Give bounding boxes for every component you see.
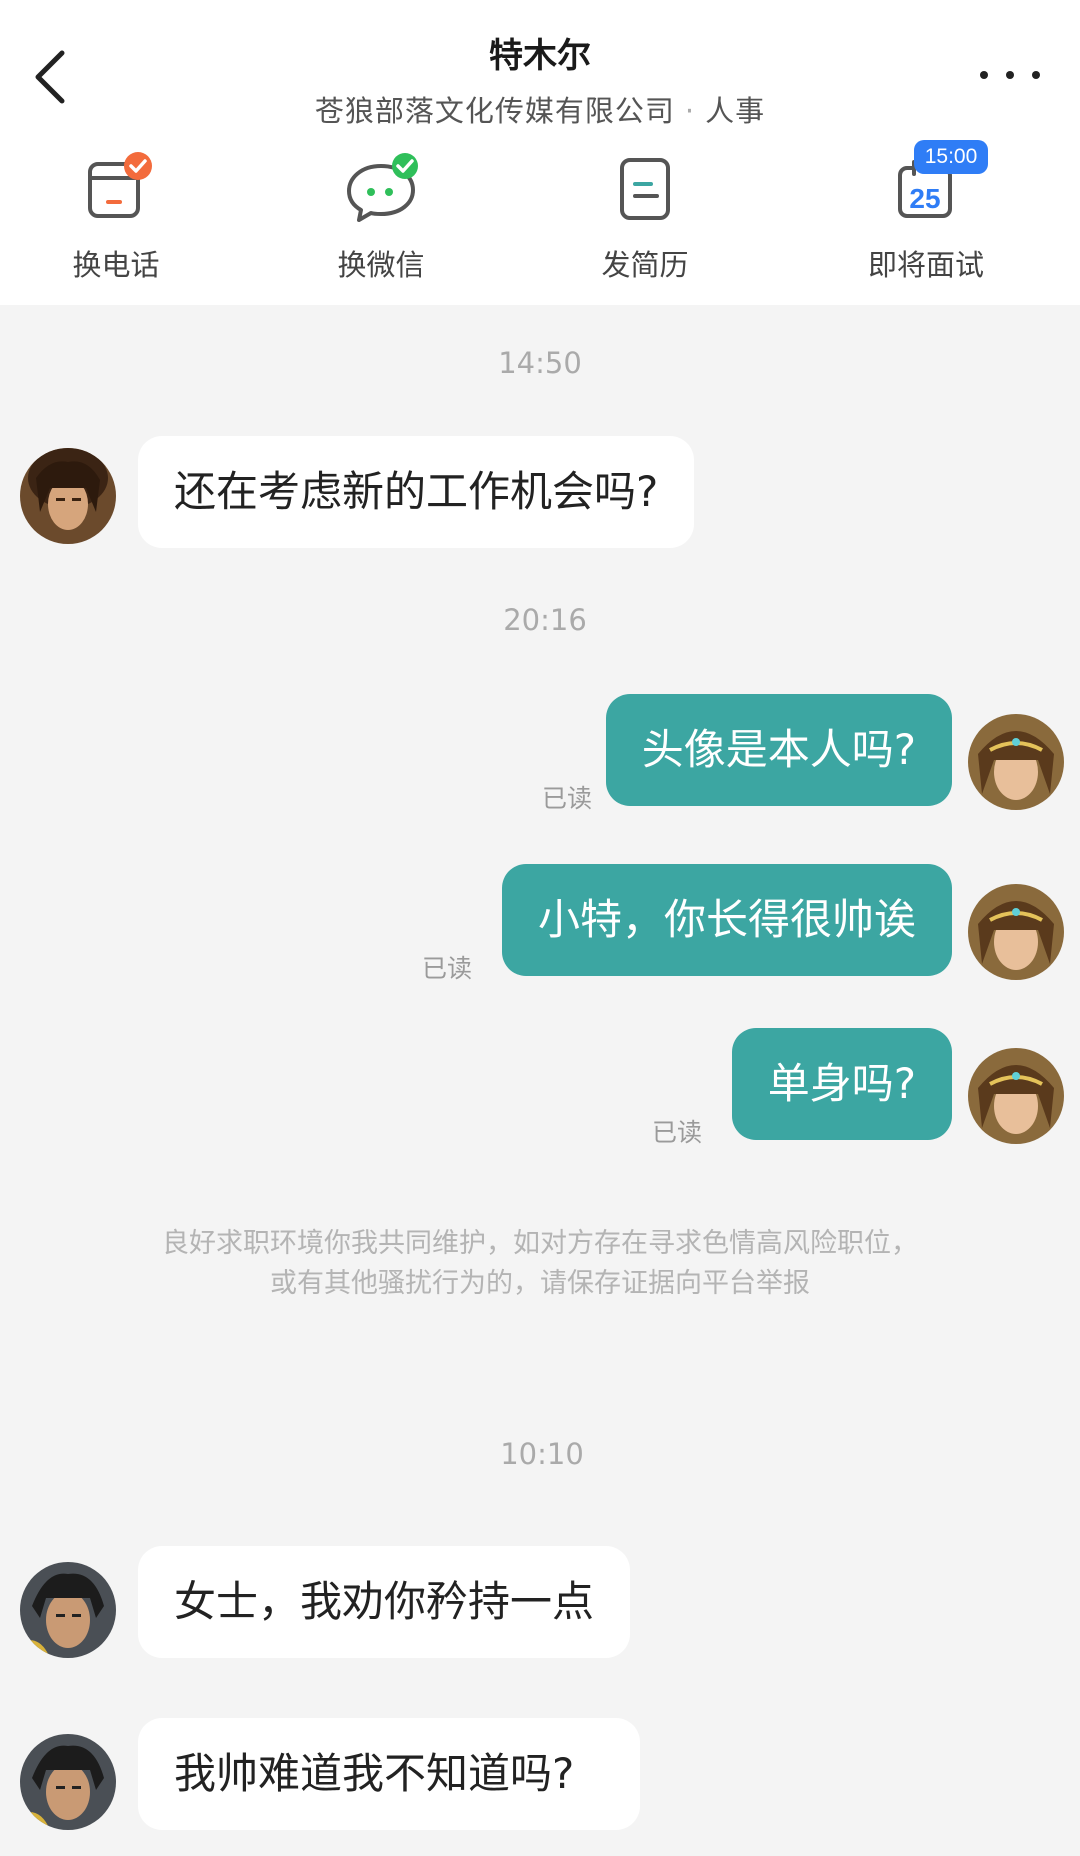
phone-swap-icon [76, 150, 156, 230]
timestamp: 20:16 [503, 603, 587, 637]
avatar[interactable] [20, 1562, 116, 1658]
avatar[interactable] [20, 448, 116, 544]
message-bubble[interactable]: 头像是本人吗? [605, 694, 952, 806]
message-bubble[interactable]: 我帅难道我不知道吗? [138, 1718, 640, 1830]
contact-company: 苍狼部落文化传媒有限公司 · 人事 [0, 88, 1080, 130]
read-status: 已读 [422, 954, 473, 983]
resume-icon [605, 150, 685, 230]
upcoming-interview-button[interactable]: 25 15:00 即将面试 [826, 140, 1026, 290]
action-label: 换电话 [72, 248, 160, 282]
action-label: 即将面试 [867, 248, 984, 282]
message-bubble[interactable]: 单身吗? [731, 1028, 952, 1140]
send-resume-button[interactable]: 发简历 [545, 150, 745, 290]
wechat-swap-icon [341, 150, 421, 230]
interview-time-badge: 15:00 [914, 140, 988, 174]
action-label: 发简历 [601, 248, 689, 282]
dot [980, 71, 988, 79]
contact-position: 人事 [705, 94, 766, 128]
calendar-date: 25 [909, 183, 940, 214]
company-name: 苍狼部落文化传媒有限公司 [314, 94, 675, 128]
message-bubble[interactable]: 小特，你长得很帅诶 [501, 864, 952, 976]
more-options-button[interactable] [980, 60, 1040, 90]
action-label: 换微信 [337, 248, 425, 282]
avatar[interactable] [968, 884, 1064, 980]
swap-phone-button[interactable]: 换电话 [16, 150, 216, 290]
message-bubble[interactable]: 女士，我劝你矜持一点 [138, 1546, 631, 1658]
avatar[interactable] [968, 1048, 1064, 1144]
notice-line: 良好求职环境你我共同维护，如对方存在寻求色情高风险职位， [162, 1228, 918, 1259]
calendar-icon: 25 15:00 [886, 140, 988, 230]
timestamp: 14:50 [498, 346, 582, 380]
safety-notice: 良好求职环境你我共同维护，如对方存在寻求色情高风险职位， 或有其他骚扰行为的，请… [0, 1224, 1080, 1304]
read-status: 已读 [542, 784, 593, 813]
message-bubble[interactable]: 还在考虑新的工作机会吗? [138, 436, 695, 548]
contact-name: 特木尔 [489, 36, 591, 76]
chat-header: 特木尔 苍狼部落文化传媒有限公司 · 人事 换电话 换微信 发简历 25 15:… [0, 0, 1080, 305]
notice-line: 或有其他骚扰行为的，请保存证据向平台举报 [270, 1268, 810, 1299]
timestamp: 10:10 [500, 1437, 584, 1471]
avatar[interactable] [968, 714, 1064, 810]
swap-wechat-button[interactable]: 换微信 [281, 150, 481, 290]
dot [1006, 71, 1014, 79]
dot [1032, 71, 1040, 79]
read-status: 已读 [652, 1118, 703, 1147]
separator-dot: · [684, 94, 696, 128]
avatar[interactable] [20, 1734, 116, 1830]
chat-screen: 特木尔 苍狼部落文化传媒有限公司 · 人事 换电话 换微信 发简历 25 15:… [0, 0, 1080, 1856]
quick-actions-bar: 换电话 换微信 发简历 25 15:00 即将面试 [0, 140, 1080, 290]
